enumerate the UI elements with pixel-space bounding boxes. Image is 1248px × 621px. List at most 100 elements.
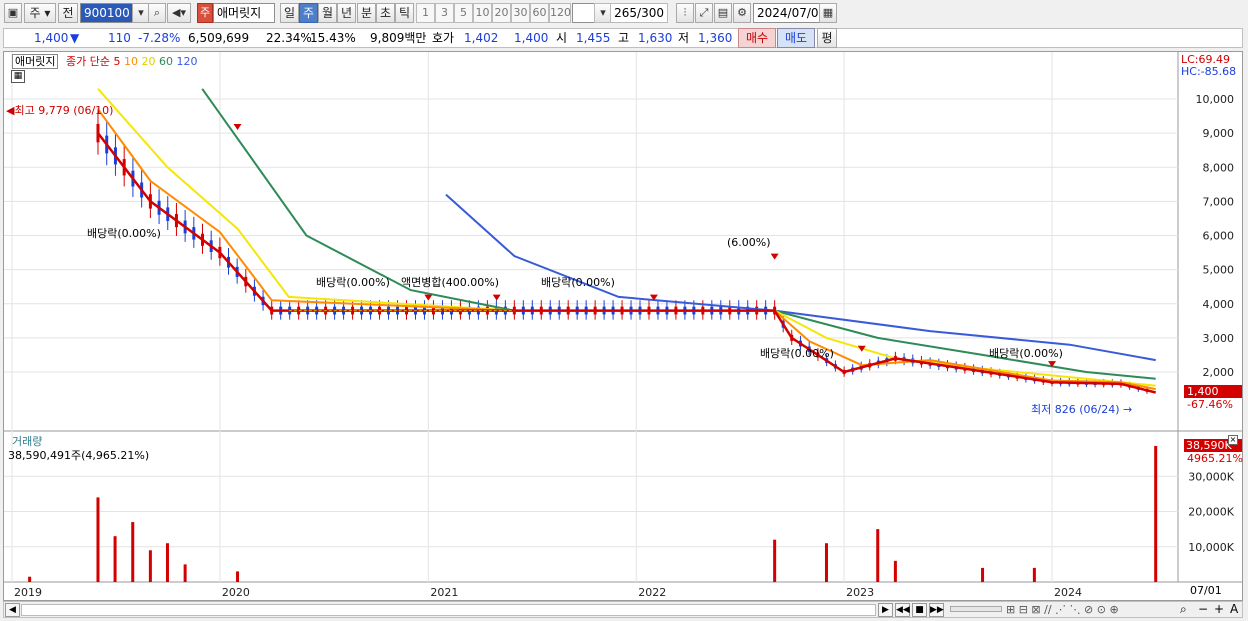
search-icon[interactable]: ⌕ (148, 3, 166, 23)
chart-legend: 애머릿지 종가 단순 5 10 20 60 120 (12, 53, 197, 69)
tab-minute-label: 분 (360, 6, 373, 20)
event-arrow-icon (424, 294, 433, 301)
bar-count-field[interactable]: 265/300 (610, 3, 668, 23)
save-icon[interactable]: ▤ (714, 3, 732, 23)
interval-1-label: 1 (422, 6, 429, 19)
bar-count: 265 (614, 6, 638, 20)
volume-bars (28, 445, 1158, 582)
grid-toggle-icon[interactable]: ▦ (11, 70, 25, 83)
open-label: 시 (556, 31, 568, 45)
legend-ma10: 10 (123, 55, 138, 68)
period-label: 주 (29, 6, 41, 20)
prev-label: 전 (62, 6, 74, 20)
hc-value: HC:-85.68 (1181, 65, 1237, 78)
volume-bar (1032, 567, 1036, 582)
volume-bar (28, 576, 32, 582)
interval-120[interactable]: 120 (549, 3, 571, 23)
stock-name: 애머릿지 (217, 6, 262, 20)
volume-tick-label: 30,000K (1188, 470, 1234, 483)
event-arrow-icon (492, 294, 501, 301)
tab-week[interactable]: 주 (299, 3, 318, 23)
chart-panel[interactable]: 10,000 9,000 8,000 7,000 6,000 5,000 4,000 3,00… (3, 51, 1243, 601)
volume-bar (824, 543, 828, 582)
year-label: 2022 (638, 586, 666, 599)
line-tool-icon[interactable]: ⤢ (695, 3, 713, 23)
calendar-icon[interactable]: ▦ (819, 3, 837, 23)
tab-minute[interactable]: 분 (357, 3, 376, 23)
interval-20[interactable]: 20 (492, 3, 511, 23)
period-select[interactable]: 주 ▾ (24, 3, 56, 23)
scrollbar-track[interactable] (21, 604, 876, 616)
event-reverse-split: 액면병합(400.00%) (401, 276, 500, 289)
interval-30[interactable]: 30 (511, 3, 530, 23)
volume-bar (1154, 445, 1158, 582)
year-label: 2020 (222, 586, 250, 599)
interval-30-label: 30 (513, 6, 528, 19)
volume-bar (876, 529, 880, 582)
tab-year[interactable]: 년 (337, 3, 356, 23)
current-price: 1,400 (34, 31, 69, 45)
stock-badge-label: 주 (199, 6, 211, 19)
legend-ma20: 20 (141, 55, 156, 68)
plus-icon[interactable]: + (1214, 602, 1224, 617)
tab-week-label: 주 (302, 6, 315, 20)
prev-button[interactable]: 전 (58, 3, 78, 23)
volume-bar (96, 497, 100, 582)
eval-label: 평 (821, 31, 833, 45)
minus-icon[interactable]: − (1198, 602, 1208, 617)
tab-tick[interactable]: 틱 (395, 3, 414, 23)
event-dividend-5: 배당락(0.00%) (989, 347, 1063, 360)
tab-day[interactable]: 일 (280, 3, 299, 23)
search-icon-bottom[interactable]: ⌕ (1180, 602, 1187, 617)
tab-month[interactable]: 월 (318, 3, 337, 23)
volume-bar (131, 522, 135, 582)
price-chart-svg[interactable]: 10,000 9,000 8,000 7,000 6,000 5,000 4,000 3,00… (4, 52, 1242, 600)
quote-bar: 1,400 ▼ 110 -7.28% 6,509,699 22.34% 15.4… (3, 28, 1243, 48)
interval-5[interactable]: 5 (454, 3, 473, 23)
interval-120-label: 120 (550, 6, 571, 19)
rewind-icon[interactable]: ◀◀ (895, 603, 910, 617)
interval-3[interactable]: 3 (435, 3, 454, 23)
event-dividend-4: 배당락(0.00%) (760, 347, 834, 360)
interval-20-label: 20 (494, 6, 509, 19)
right-triangle-icon[interactable]: ▶ (878, 603, 893, 617)
turnover: 15.43% (310, 31, 356, 45)
trade-amount: 9,809백만 (370, 31, 427, 45)
interval-1[interactable]: 1 (416, 3, 435, 23)
price-change-pct: -7.28% (138, 31, 181, 45)
stop-icon[interactable]: ■ (912, 603, 927, 617)
interval-60[interactable]: 60 (530, 3, 549, 23)
volume-bar (893, 560, 897, 582)
interval-10[interactable]: 10 (473, 3, 492, 23)
year-label: 2023 (846, 586, 874, 599)
price-tick-label: 5,000 (1203, 264, 1235, 277)
volume-tag-pct: 4965.21% (1187, 452, 1243, 465)
gear-icon[interactable]: ⚙ (733, 3, 751, 23)
event-arrow-icon (770, 253, 779, 260)
volume-bar (981, 567, 985, 582)
drawing-tools[interactable]: ⊞ ⊟ ⊠ ∕∕ ⋰ ⋱ ⊘ ⊙ ⊕ (1006, 602, 1119, 617)
buy-button[interactable]: 매수 (738, 28, 776, 48)
forward-icon[interactable]: ▶▶ (929, 603, 944, 617)
chart-window: ▣ 주 ▾ 전 900100 ▾ ⌕ ◀▾ 주 애머릿지 일 주 월 년 분 초… (0, 0, 1248, 621)
tab-second[interactable]: 초 (376, 3, 395, 23)
candle-type-icon[interactable]: ⫶ (676, 3, 694, 23)
eval-button[interactable]: 평 (817, 28, 837, 48)
volume-pct: 22.34% (266, 31, 312, 45)
low-price: 1,360 (698, 31, 733, 45)
buy-label: 매수 (745, 31, 769, 45)
scroll-left-icon[interactable]: ◀ (5, 603, 20, 617)
font-size-button[interactable]: A (1230, 602, 1238, 617)
legend-ma60: 60 (158, 55, 173, 68)
close-pane-icon[interactable]: × (1228, 435, 1238, 445)
sell-button[interactable]: 매도 (777, 28, 815, 48)
legend-stock-name: 애머릿지 (12, 54, 59, 69)
volume-bar (113, 536, 117, 582)
event-dividend-2: 배당락(0.00%) (316, 276, 390, 289)
legend-ma5: 5 (113, 55, 121, 68)
window-menu-icon[interactable]: ▣ (4, 3, 22, 23)
speaker-icon[interactable]: ◀▾ (167, 3, 191, 23)
tab-month-label: 월 (321, 6, 334, 20)
bar-count-total: /300 (637, 6, 664, 20)
zoom-slider[interactable] (950, 606, 1002, 612)
